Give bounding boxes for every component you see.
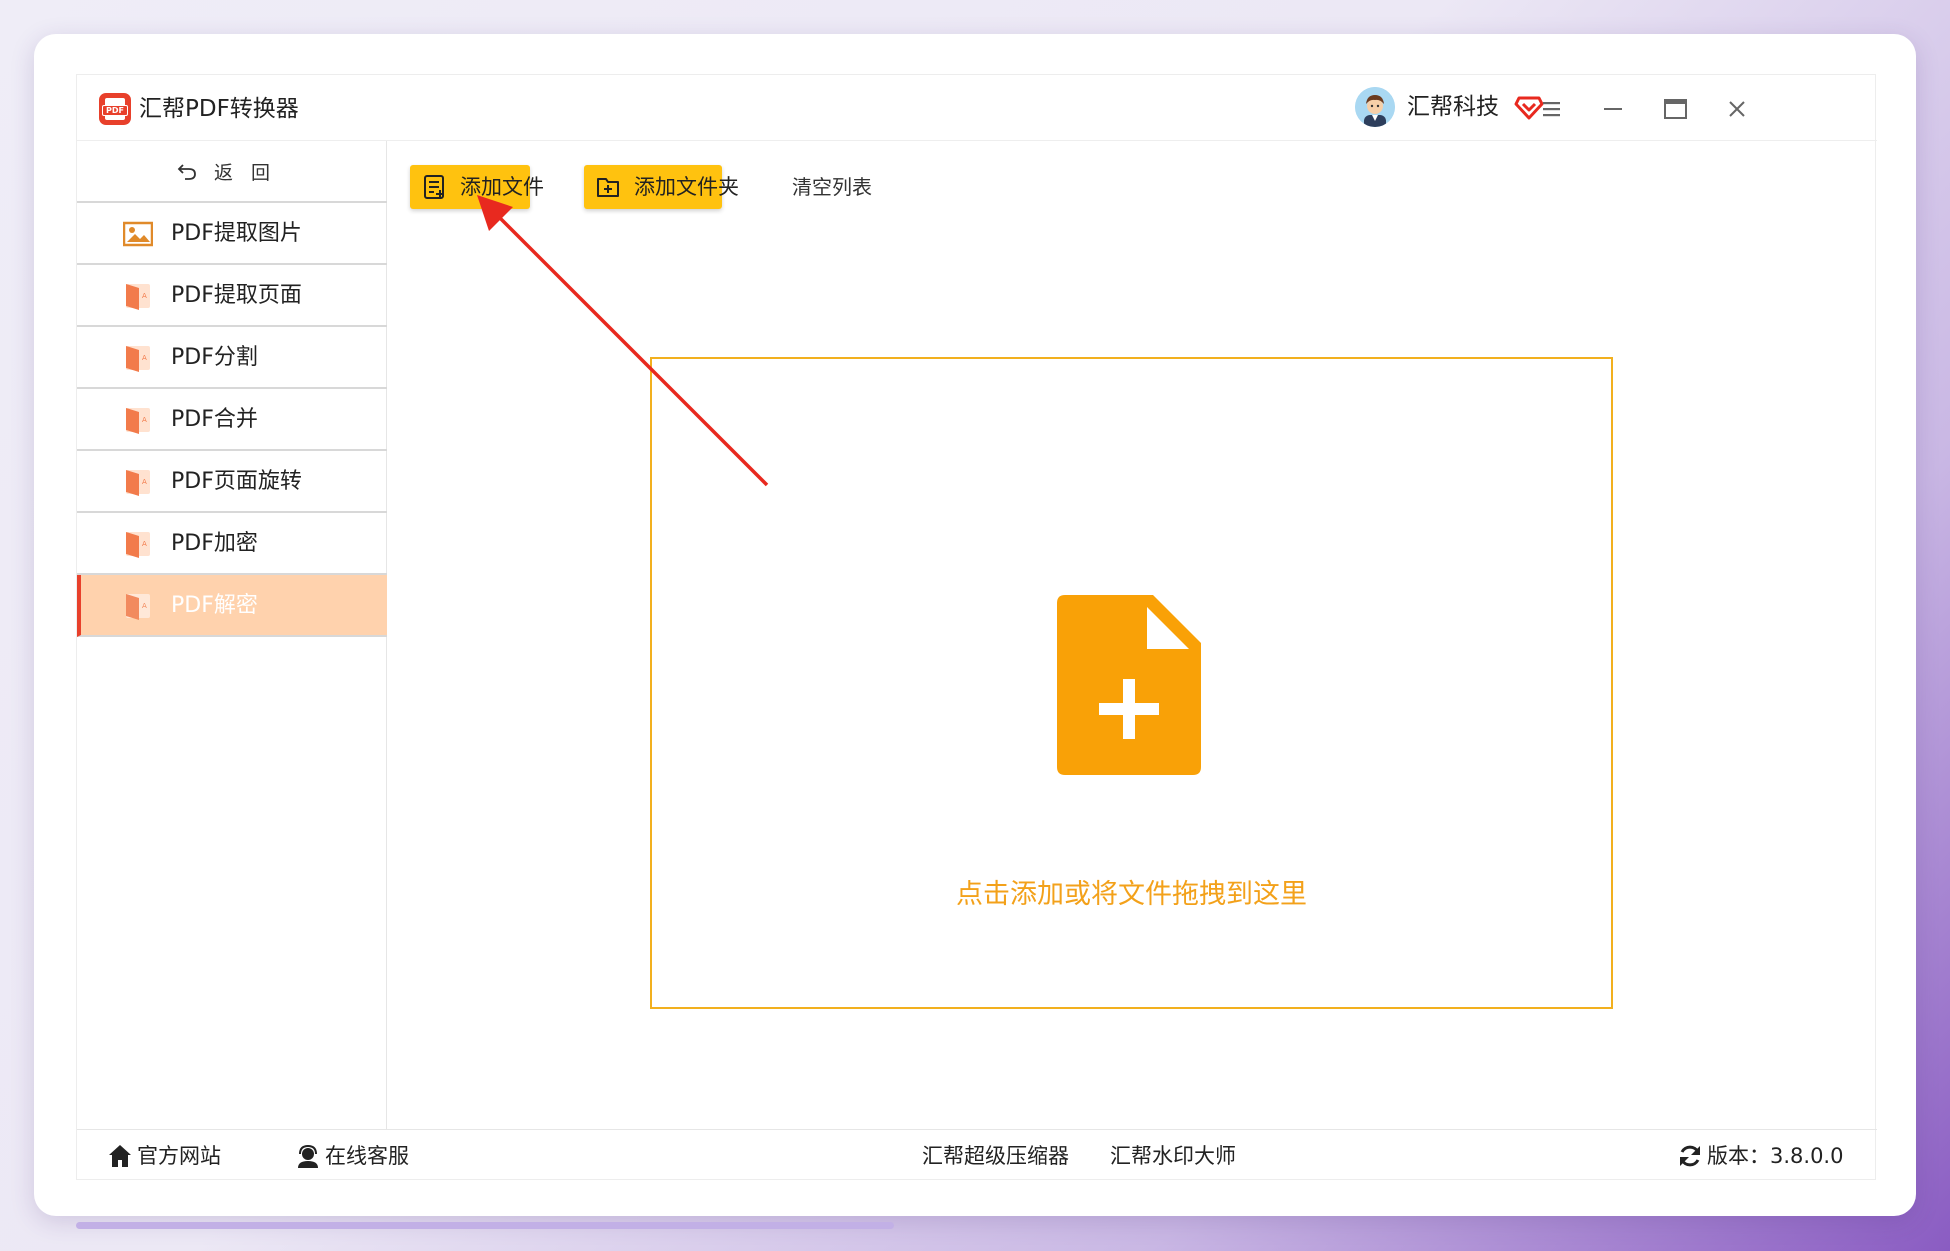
horizontal-scrollbar[interactable] xyxy=(76,1222,894,1229)
sidebar-item-label: PDF提取页面 xyxy=(171,283,302,308)
compressor-label: 汇帮超级压缩器 xyxy=(922,1144,1069,1168)
annotation-arrow xyxy=(477,195,769,487)
drop-zone-text: 点击添加或将文件拖拽到这里 xyxy=(956,879,1307,910)
title-bar: PDF 汇帮PDF转换器 汇帮科技 xyxy=(77,75,1877,141)
sidebar-item-rotate[interactable]: A PDF页面旋转 xyxy=(77,451,387,513)
sidebar-item-split[interactable]: A PDF分割 xyxy=(77,327,387,389)
close-icon[interactable] xyxy=(1717,89,1757,129)
pdf-doc-icon: A xyxy=(126,532,150,558)
svg-text:A: A xyxy=(142,478,147,486)
compressor-link[interactable]: 汇帮超级压缩器 xyxy=(922,1140,1069,1172)
sidebar-item-label: PDF分割 xyxy=(171,345,258,370)
svg-text:A: A xyxy=(142,354,147,362)
app-logo-icon: PDF xyxy=(99,93,131,125)
sidebar-item-extract-pages[interactable]: A PDF提取页面 xyxy=(77,265,387,327)
pdf-doc-icon: A xyxy=(126,408,150,434)
sidebar-item-label: PDF解密 xyxy=(171,593,258,618)
watermark-label: 汇帮水印大师 xyxy=(1110,1144,1236,1168)
footer: 官方网站 在线客服 汇帮超级压缩器 汇帮水印大师 版本：3.8.0.0 xyxy=(77,1129,1877,1181)
pdf-doc-icon: A xyxy=(126,594,150,620)
image-icon xyxy=(123,221,153,247)
back-button[interactable]: 返回 xyxy=(77,141,387,203)
file-plus-icon xyxy=(1057,595,1201,775)
back-label: 返回 xyxy=(213,161,288,184)
svg-text:A: A xyxy=(142,602,147,610)
clear-list-button[interactable]: 清空列表 xyxy=(792,171,872,203)
refresh-icon xyxy=(1680,1145,1700,1167)
headset-icon xyxy=(298,1144,318,1168)
pdf-doc-icon: A xyxy=(126,284,150,310)
online-support-label: 在线客服 xyxy=(325,1144,409,1168)
home-icon xyxy=(109,1145,131,1167)
sidebar-item-encrypt[interactable]: A PDF加密 xyxy=(77,513,387,575)
svg-text:A: A xyxy=(142,292,147,300)
username[interactable]: 汇帮科技 xyxy=(1407,91,1499,123)
official-website-label: 官方网站 xyxy=(137,1144,221,1168)
sidebar-item-label: PDF页面旋转 xyxy=(171,469,302,494)
sidebar: 返回 PDF提取图片 A PDF提取页面 A PDF分割 A PDF合并 A P… xyxy=(77,141,387,1129)
app-title: 汇帮PDF转换器 xyxy=(139,96,299,122)
watermark-link[interactable]: 汇帮水印大师 xyxy=(1110,1140,1236,1172)
pdf-doc-icon: A xyxy=(126,346,150,372)
minimize-icon[interactable] xyxy=(1593,89,1633,129)
sidebar-item-label: PDF提取图片 xyxy=(171,221,302,246)
sidebar-item-label: PDF合并 xyxy=(171,407,258,432)
add-file-icon xyxy=(424,175,444,199)
version-label: 版本：3.8.0.0 xyxy=(1707,1144,1844,1168)
sidebar-item-merge[interactable]: A PDF合并 xyxy=(77,389,387,451)
avatar[interactable] xyxy=(1355,87,1395,127)
maximize-icon[interactable] xyxy=(1655,89,1695,129)
app-window: PDF 汇帮PDF转换器 汇帮科技 返回 PDF提取图片 A PDF提取页面 A… xyxy=(76,74,1877,1181)
sidebar-item-decrypt[interactable]: A PDF解密 xyxy=(77,575,387,637)
sidebar-item-extract-images[interactable]: PDF提取图片 xyxy=(77,203,387,265)
sidebar-item-label: PDF加密 xyxy=(171,531,258,556)
pdf-doc-icon: A xyxy=(126,470,150,496)
svg-text:A: A xyxy=(142,416,147,424)
menu-icon[interactable] xyxy=(1531,89,1571,129)
undo-arrow-icon xyxy=(177,164,196,180)
svg-text:A: A xyxy=(142,540,147,548)
